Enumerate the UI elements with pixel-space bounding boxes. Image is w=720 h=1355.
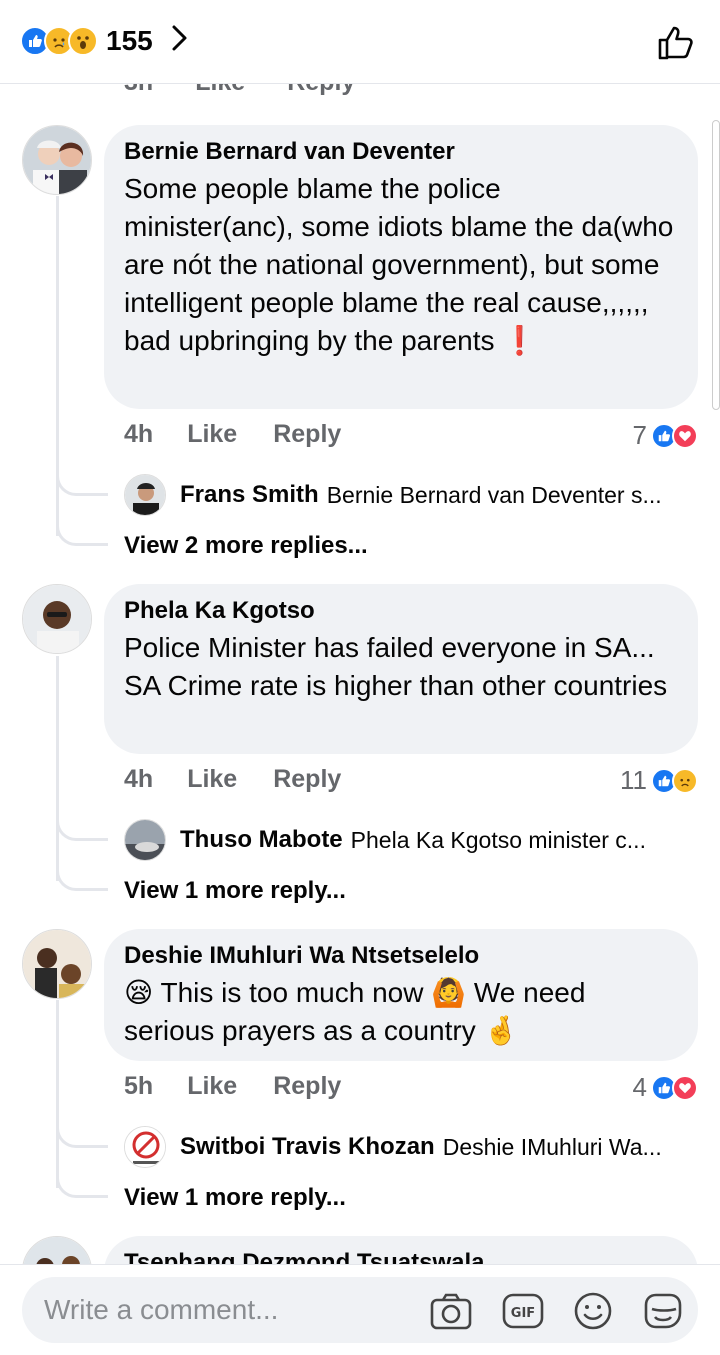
- thread-hook: [56, 1178, 108, 1198]
- reaction-count: 7: [632, 420, 647, 450]
- avatar[interactable]: [124, 1126, 166, 1168]
- comment-actions: 5h Like Reply: [124, 1072, 377, 1101]
- comment-author[interactable]: Bernie Bernard van Deventer: [124, 138, 678, 166]
- thread-hook: [56, 871, 108, 891]
- like-button[interactable]: Like: [187, 765, 237, 794]
- reply-author[interactable]: Frans Smith: [180, 481, 319, 509]
- avatar[interactable]: [22, 125, 92, 195]
- reply-preview[interactable]: Frans Smith Bernie Bernard van Deventer …: [124, 474, 694, 516]
- avatar[interactable]: [22, 929, 92, 999]
- wow-icon: [68, 25, 98, 56]
- comment-time[interactable]: 4h: [124, 765, 153, 794]
- avatar[interactable]: [22, 584, 92, 654]
- view-more-replies-link[interactable]: View 1 more reply...: [124, 877, 346, 905]
- comment-reactions[interactable]: 11: [620, 765, 698, 796]
- reply-preview[interactable]: Thuso Mabote Phela Ka Kgotso minister c.…: [124, 819, 694, 861]
- sad-icon: [672, 767, 698, 794]
- comment-placeholder: Write a comment...: [44, 1294, 279, 1325]
- reply-button[interactable]: Reply: [273, 765, 341, 794]
- thread-line: [56, 656, 59, 881]
- like-button[interactable]: Like: [187, 420, 237, 449]
- gif-icon[interactable]: GIF: [502, 1291, 544, 1331]
- reaction-count: 155: [106, 24, 153, 56]
- comment-actions: 4h Like Reply: [124, 765, 377, 794]
- chevron-right-icon: [171, 24, 189, 57]
- comment-actions: 4h Like Reply: [124, 420, 377, 449]
- avatar[interactable]: [124, 474, 166, 516]
- view-more-replies-link[interactable]: View 1 more reply...: [124, 1184, 346, 1212]
- thread-hook: [56, 526, 108, 546]
- reply-button[interactable]: Reply: [273, 420, 341, 449]
- like-button[interactable]: Like: [187, 1072, 237, 1101]
- thread-hook: [56, 476, 108, 496]
- thread-hook: [56, 1128, 108, 1148]
- love-icon: [672, 422, 698, 449]
- reaction-count: 4: [632, 1072, 647, 1102]
- love-icon: [672, 1074, 698, 1101]
- comment-author[interactable]: Phela Ka Kgotso: [124, 597, 678, 625]
- comment-time[interactable]: 4h: [124, 420, 153, 449]
- reply-text: Phela Ka Kgotso minister c...: [350, 826, 646, 853]
- comment-input[interactable]: Write a comment... GIF: [22, 1277, 698, 1343]
- comment-bubble: Phela Ka Kgotso Police Minister has fail…: [104, 584, 698, 754]
- comment-bubble: Deshie IMuhluri Wa Ntsetselelo 😪 This is…: [104, 929, 698, 1061]
- svg-text:GIF: GIF: [511, 1306, 535, 1321]
- thread-line: [56, 1000, 59, 1188]
- reactions-header: 155: [0, 0, 720, 84]
- comment-bubble: Bernie Bernard van Deventer Some people …: [104, 125, 698, 409]
- comment-text: Police Minister has failed everyone in S…: [124, 632, 668, 701]
- comment-reactions[interactable]: 4: [633, 1072, 698, 1103]
- comment-text: Some people blame the police minister(an…: [124, 173, 674, 356]
- view-more-replies-link[interactable]: View 2 more replies...: [124, 532, 368, 560]
- thumbs-up-outline-icon[interactable]: [656, 24, 694, 67]
- reply-button[interactable]: Reply: [273, 1072, 341, 1101]
- comment-text: 😪 This is too much now 🙆 We need serious…: [124, 977, 586, 1046]
- reaction-count: 11: [620, 765, 647, 795]
- reply-text: Deshie IMuhluri Wa...: [442, 1133, 662, 1160]
- sticker-icon[interactable]: [642, 1291, 684, 1331]
- comment-reactions[interactable]: 7: [633, 420, 698, 451]
- comment-author[interactable]: Deshie IMuhluri Wa Ntsetselelo: [124, 942, 678, 970]
- emoji-icon[interactable]: [572, 1291, 614, 1331]
- reply-text: Bernie Bernard van Deventer s...: [326, 481, 662, 508]
- reply-preview[interactable]: Switboi Travis Khozan Deshie IMuhluri Wa…: [124, 1126, 694, 1168]
- comment-composer-bar: Write a comment... GIF: [0, 1264, 720, 1355]
- scrollbar[interactable]: [712, 120, 720, 410]
- reply-author[interactable]: Switboi Travis Khozan: [180, 1133, 435, 1161]
- reaction-summary[interactable]: 155: [20, 24, 189, 57]
- reply-author[interactable]: Thuso Mabote: [180, 826, 343, 854]
- comment-time[interactable]: 5h: [124, 1072, 153, 1101]
- thread-hook: [56, 821, 108, 841]
- avatar[interactable]: [124, 819, 166, 861]
- camera-icon[interactable]: [430, 1291, 472, 1331]
